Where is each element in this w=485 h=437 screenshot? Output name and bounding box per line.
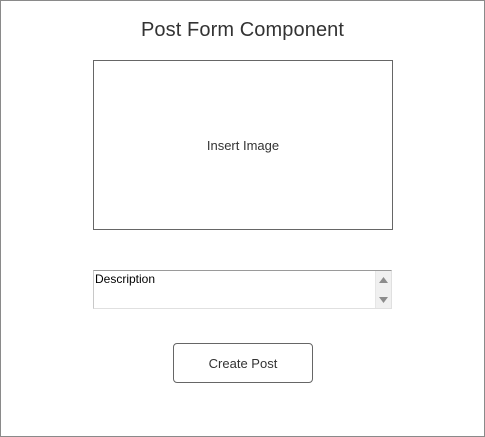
description-scrollbar[interactable]	[375, 271, 391, 308]
description-textarea[interactable]: Description	[93, 270, 392, 309]
create-post-button[interactable]: Create Post	[173, 343, 313, 383]
description-text: Description	[95, 272, 156, 286]
insert-image-box[interactable]: Insert Image	[93, 60, 393, 230]
scroll-down-button[interactable]	[376, 293, 391, 306]
triangle-up-icon	[379, 276, 388, 283]
triangle-down-icon	[379, 296, 388, 303]
insert-image-label: Insert Image	[206, 137, 280, 153]
page-title: Post Form Component	[140, 19, 345, 41]
scroll-up-button[interactable]	[376, 273, 391, 286]
